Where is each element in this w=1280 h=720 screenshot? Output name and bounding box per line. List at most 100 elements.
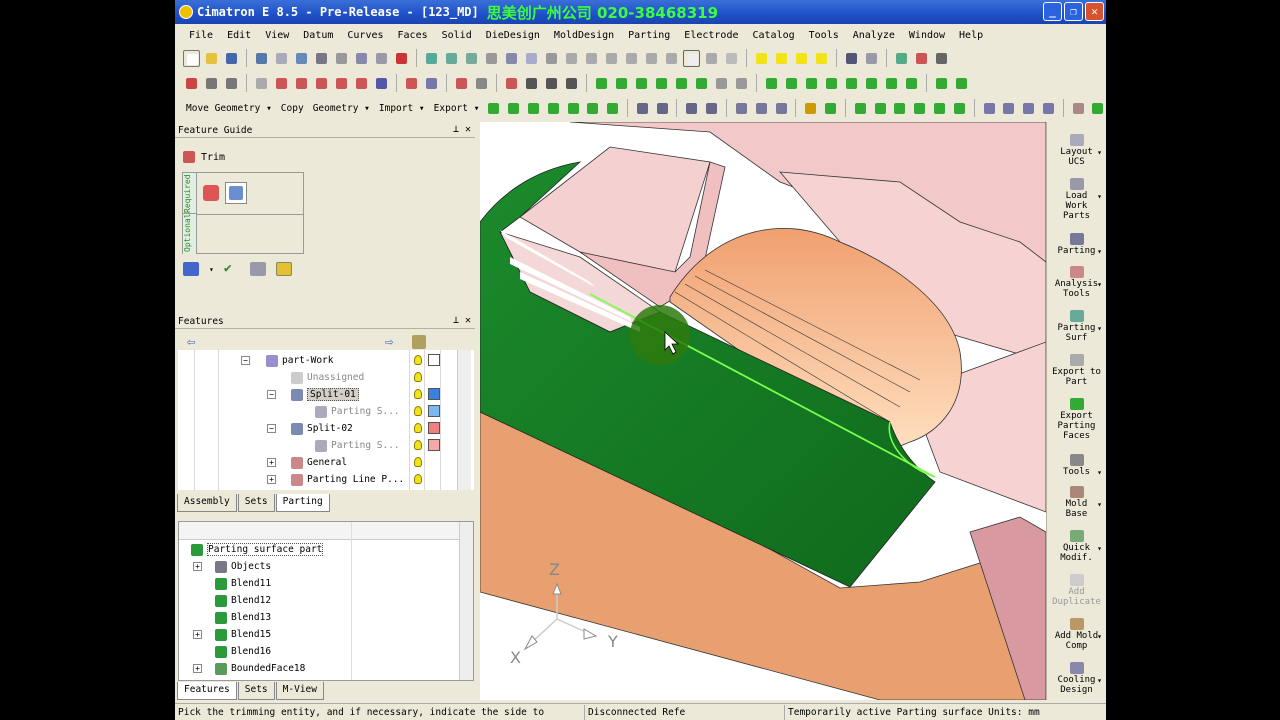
array-icon[interactable] [733, 100, 750, 117]
select-box-icon[interactable] [203, 75, 220, 92]
mold-base-button[interactable]: Mold Base ▾ [1047, 486, 1106, 519]
dropdown-arrow-icon[interactable]: ▾ [1097, 468, 1102, 478]
save-icon[interactable] [223, 50, 240, 67]
visibility-bulb-icon[interactable] [414, 440, 422, 450]
close-button[interactable]: ✕ [1085, 2, 1104, 21]
draft-icon[interactable] [1000, 100, 1017, 117]
grid-icon[interactable] [863, 50, 880, 67]
maximize-button[interactable]: ❐ [1064, 2, 1083, 21]
cooling-design-button[interactable]: Cooling Design ▾ [1047, 662, 1106, 695]
add-mold-comp-button[interactable]: Add Mold Comp ▾ [1047, 618, 1106, 651]
menu-curves[interactable]: Curves [347, 30, 383, 41]
delete-curve-icon[interactable] [883, 75, 900, 92]
parting-surf-button[interactable]: Parting Surf ▾ [1047, 310, 1106, 343]
export-parting-faces-button[interactable]: Export Parting Faces [1047, 398, 1106, 441]
color-swatch[interactable] [428, 422, 440, 434]
trim-side-step-icon[interactable] [225, 182, 247, 204]
quick-modif-button[interactable]: Quick Modif. ▾ [1047, 530, 1106, 563]
scissors-icon[interactable] [333, 50, 350, 67]
dropdown-arrow-icon[interactable]: ▾ [1097, 632, 1102, 642]
intersect-icon[interactable] [673, 75, 690, 92]
cancel-icon[interactable] [275, 262, 292, 276]
visibility-bulb-icon[interactable] [414, 423, 422, 433]
geometry-menu[interactable]: Geometry ▾ [310, 103, 373, 114]
face-offset-icon[interactable] [565, 100, 582, 117]
back-arrow-icon[interactable]: ⇦ [187, 334, 195, 350]
split-part-icon[interactable] [852, 100, 869, 117]
expand-toggle[interactable]: + [267, 458, 276, 467]
zoom-all-icon[interactable] [423, 50, 440, 67]
dropdown-arrow-icon[interactable]: ▾ [1097, 148, 1102, 158]
filter-vertex-icon[interactable] [353, 75, 370, 92]
select-cursor-icon[interactable] [223, 75, 240, 92]
tree-row-boundedface18[interactable]: + BoundedFace18 [179, 660, 411, 677]
collapse-toggle[interactable]: − [267, 390, 276, 399]
tree-row-blend15[interactable]: + Blend15 [179, 626, 411, 643]
menu-solid[interactable]: Solid [442, 30, 472, 41]
shaded-icon[interactable] [683, 49, 700, 67]
lifter-icon[interactable] [951, 100, 968, 117]
pen-icon[interactable] [933, 50, 950, 67]
menu-tools[interactable]: Tools [809, 30, 839, 41]
select-all-icon[interactable] [183, 75, 200, 92]
extend-icon[interactable] [783, 75, 800, 92]
minimize-button[interactable]: _ [1043, 2, 1062, 21]
project-icon[interactable] [653, 75, 670, 92]
move-icon[interactable] [773, 100, 790, 117]
layout-ucs-button[interactable]: Layout UCS ▾ [1047, 134, 1106, 167]
view-iso-icon[interactable] [543, 50, 560, 67]
color-swatch[interactable] [428, 439, 440, 451]
plane-icon[interactable] [953, 75, 970, 92]
preview-dropdown-icon[interactable]: ▾ [209, 265, 214, 274]
transform-icon[interactable] [683, 100, 700, 117]
menu-window[interactable]: Window [909, 30, 945, 41]
solid-revolve-icon[interactable] [822, 100, 839, 117]
core-icon[interactable] [891, 100, 908, 117]
tree-row-parting-line[interactable]: + Parting Line P... [178, 471, 410, 488]
menu-file[interactable]: File [189, 30, 213, 41]
zoom-icon[interactable] [463, 50, 480, 67]
chain-icon[interactable] [423, 75, 440, 92]
expand-toggle[interactable]: + [267, 475, 276, 484]
face-extend-icon[interactable] [604, 100, 621, 117]
pan-icon[interactable] [483, 50, 500, 67]
dropdown-arrow-icon[interactable]: ▾ [1097, 676, 1102, 686]
graphics-viewport[interactable]: Z Y X [480, 122, 1046, 700]
menu-faces[interactable]: Faces [398, 30, 428, 41]
color-swatch[interactable] [428, 354, 440, 366]
menu-analyze[interactable]: Analyze [853, 30, 895, 41]
layers-icon[interactable] [893, 50, 910, 67]
tab-assembly[interactable]: Assembly [177, 494, 237, 512]
menu-electrode[interactable]: Electrode [684, 30, 738, 41]
visibility-bulb-icon[interactable] [414, 355, 422, 365]
parting-button[interactable]: Parting ▾ [1047, 233, 1106, 256]
curvature-icon[interactable] [1020, 100, 1037, 117]
axis-icon[interactable] [933, 75, 950, 92]
menu-catalog[interactable]: Catalog [752, 30, 794, 41]
copy-icon[interactable] [353, 50, 370, 67]
tree-row-blend16[interactable]: Blend16 [179, 643, 411, 660]
delete-icon[interactable] [393, 50, 410, 67]
tree-row-parting-surface-1[interactable]: Parting S... [178, 403, 410, 420]
visibility-bulb-icon[interactable] [414, 457, 422, 467]
binoculars-icon[interactable] [313, 50, 330, 67]
import-menu[interactable]: Import ▾ [376, 103, 428, 114]
analysis-tools-button[interactable]: Analysis Tools ▾ [1047, 266, 1106, 299]
visibility-bulb-icon[interactable] [414, 372, 422, 382]
face-sweep-icon[interactable] [525, 100, 542, 117]
features-scrollbar[interactable] [457, 350, 471, 490]
copy-menu[interactable]: Copy [278, 103, 307, 114]
tree-row-objects[interactable]: + Objects [179, 558, 411, 575]
move-geometry-menu[interactable]: Move Geometry ▾ [183, 103, 275, 114]
book-open-icon[interactable] [654, 100, 671, 117]
color-swatch[interactable] [428, 405, 440, 417]
bulb-show-icon[interactable] [773, 50, 790, 67]
slider-icon[interactable] [931, 100, 948, 117]
measure-icon[interactable] [473, 75, 490, 92]
tree-row-parting-surface-2[interactable]: Parting S... [178, 437, 410, 454]
curve-green-icon[interactable] [593, 75, 610, 92]
tree-row-blend11[interactable]: Blend11 [179, 575, 411, 592]
tree-row-split-01[interactable]: − Split-01 [178, 386, 410, 403]
dropdown-arrow-icon[interactable]: ▾ [1097, 192, 1102, 202]
scale-icon[interactable] [703, 100, 720, 117]
